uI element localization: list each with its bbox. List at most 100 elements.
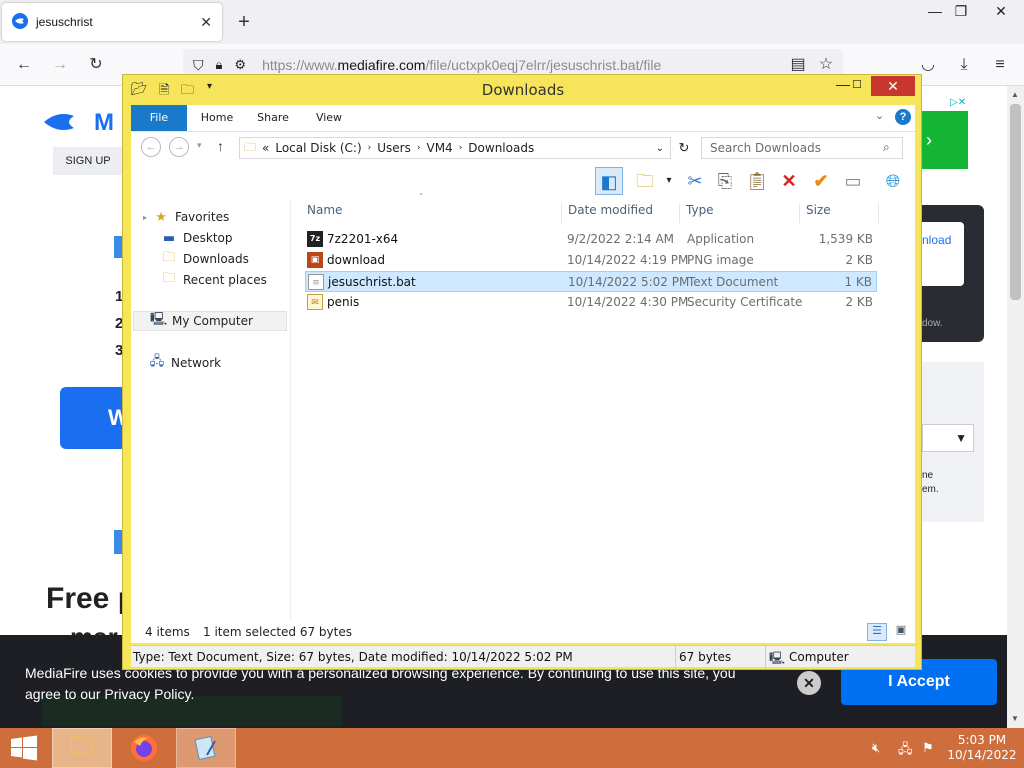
column-header-name[interactable]: Name bbox=[307, 203, 342, 223]
url-text[interactable]: https://www.mediafire.com/file/uctxpk0eq… bbox=[262, 57, 661, 73]
ribbon: File Home Share View ⌄ ? bbox=[131, 105, 915, 131]
file-row[interactable]: ▣ download 10/14/2022 4:19 PM PNG image … bbox=[305, 250, 877, 271]
forward-icon[interactable]: → bbox=[48, 53, 72, 77]
item-count: 4 items bbox=[145, 625, 190, 639]
details-text: Type: Text Document, Size: 67 bytes, Dat… bbox=[133, 650, 573, 664]
desktop-icon: ▬ bbox=[162, 230, 176, 246]
breadcrumb-overflow[interactable]: « bbox=[262, 141, 269, 155]
address-bar[interactable]: 🗀︎ « Local Disk (C:) › Users › VM4 › Downlo… bbox=[239, 137, 671, 159]
volume-muted-icon[interactable]: 🔇︎ bbox=[872, 740, 880, 756]
address-dropdown-icon[interactable]: ⌄ bbox=[656, 143, 664, 154]
network-tray-icon[interactable]: 🖧︎ bbox=[898, 740, 913, 762]
explorer-body: ▸ ★ Favorites ▬ Desktop 🗀︎ Downloads 🗀︎ Recen… bbox=[131, 193, 915, 621]
breadcrumb-users[interactable]: Users bbox=[377, 141, 411, 155]
maximize-icon[interactable]: ☐ bbox=[843, 75, 871, 95]
rename-icon[interactable]: ▭ bbox=[839, 167, 867, 195]
certificate-icon: ✉ bbox=[307, 294, 323, 310]
taskbar: 🗀︎ 🔇︎ 🖧︎ ⚑ bbox=[0, 728, 1024, 768]
panel-text: dow. bbox=[922, 318, 943, 329]
cut-icon[interactable]: ✂ bbox=[681, 167, 709, 195]
ad-banner[interactable]: › bbox=[922, 111, 968, 169]
file-row[interactable]: 7z 7z2201-x64 9/2/2022 2:14 AM Applicati… bbox=[305, 229, 877, 250]
sort-indicator-icon: ˄ bbox=[419, 193, 424, 203]
explorer-titlebar[interactable]: 📂︎ 🗎︎ 🗀︎ ▾ Downloads — ☐ ✕ bbox=[123, 75, 923, 105]
menu-icon[interactable]: ≡ bbox=[988, 53, 1012, 77]
download-button[interactable]: W bbox=[60, 387, 129, 449]
back-icon[interactable]: ← bbox=[141, 137, 161, 157]
up-icon[interactable]: ↑ bbox=[217, 138, 224, 154]
tab-home[interactable]: Home bbox=[189, 105, 245, 131]
adchoices-icon[interactable]: ▷✕ bbox=[950, 97, 982, 111]
start-button[interactable] bbox=[0, 728, 48, 768]
tab-file[interactable]: File bbox=[131, 105, 187, 131]
nav-network[interactable]: 🖧︎ Network bbox=[149, 353, 221, 373]
paste-icon[interactable]: 📋︎ bbox=[743, 167, 771, 195]
options-dropdown-icon[interactable]: ▾ bbox=[655, 167, 683, 195]
panel-text: em. bbox=[922, 484, 939, 495]
breadcrumb-vm4[interactable]: VM4 bbox=[426, 141, 452, 155]
status-bar: 4 items 1 item selected 67 bytes ☰ ▣ bbox=[131, 621, 915, 643]
downloads-icon[interactable]: ⤓ bbox=[952, 53, 976, 77]
file-row-selected[interactable]: ≡ jesuschrist.bat 10/14/2022 5:02 PM Tex… bbox=[305, 271, 877, 292]
notepad-icon bbox=[194, 735, 216, 761]
folder-icon: 🗀︎ bbox=[244, 139, 257, 154]
file-list: ˄ Name Date modified Type Size 7z 7z2201… bbox=[299, 193, 915, 621]
close-icon[interactable]: ✕ bbox=[871, 76, 915, 96]
report-select[interactable]: ▼ bbox=[922, 424, 974, 452]
file-row[interactable]: ✉ penis 10/14/2022 4:30 PM Security Cert… bbox=[305, 292, 877, 313]
download-link[interactable]: nload bbox=[922, 222, 964, 286]
help-icon[interactable]: ? bbox=[895, 109, 911, 125]
ribbon-expand-icon[interactable]: ⌄ bbox=[875, 109, 884, 122]
taskbar-clock[interactable]: 5:03 PM 10/14/2022 bbox=[944, 733, 1020, 763]
large-icons-view-icon[interactable]: ▣ bbox=[891, 623, 911, 641]
scrollbar-thumb[interactable] bbox=[1010, 104, 1021, 300]
back-icon[interactable]: ← bbox=[12, 53, 36, 77]
column-header-type[interactable]: Type bbox=[679, 203, 714, 223]
downloads-folder-icon: 🗀︎ bbox=[162, 250, 176, 265]
nav-desktop[interactable]: ▬ Desktop bbox=[161, 228, 233, 248]
refresh-icon[interactable]: ↻ bbox=[673, 138, 695, 160]
details-view-icon[interactable]: ☰ bbox=[867, 623, 887, 641]
taskbar-notepad[interactable] bbox=[176, 728, 236, 768]
search-icon[interactable]: ⌕ bbox=[883, 140, 890, 155]
taskbar-firefox[interactable] bbox=[114, 728, 174, 768]
close-tab-icon[interactable]: ✕ bbox=[200, 14, 212, 31]
svg-text:M: M bbox=[94, 109, 114, 136]
breadcrumb-downloads[interactable]: Downloads bbox=[468, 141, 534, 155]
preview-pane-icon[interactable]: ◧ bbox=[595, 167, 623, 195]
search-input[interactable]: Search Downloads bbox=[701, 137, 903, 159]
permissions-icon[interactable]: ⚙ bbox=[234, 57, 246, 73]
firefox-icon bbox=[131, 735, 157, 761]
page-scrollbar[interactable]: ▲ ▼ bbox=[1007, 86, 1024, 728]
network-icon: 🖧︎ bbox=[149, 354, 165, 369]
tab-view[interactable]: View bbox=[301, 105, 357, 131]
feature-icon bbox=[114, 236, 122, 258]
address-row: ← → ▾ ↑ 🗀︎ « Local Disk (C:) › Users › VM4… bbox=[131, 131, 915, 163]
tab-share[interactable]: Share bbox=[245, 105, 301, 131]
mediafire-logo[interactable]: M bbox=[44, 108, 122, 136]
globe-icon[interactable]: 🌐︎ bbox=[879, 167, 907, 195]
copy-icon[interactable]: ⎘ bbox=[711, 167, 739, 195]
cookie-close-icon[interactable]: ✕ bbox=[797, 671, 821, 695]
delete-icon[interactable]: ✕ bbox=[775, 167, 803, 195]
taskbar-file-explorer[interactable]: 🗀︎ bbox=[52, 728, 112, 768]
action-center-icon[interactable]: ⚑ bbox=[922, 740, 934, 756]
close-browser-button[interactable]: ✕ bbox=[978, 0, 1024, 22]
checkmark-icon[interactable]: ✔ bbox=[807, 167, 835, 195]
lock-icon[interactable]: 🔒︎ bbox=[216, 57, 223, 73]
selection-info: 1 item selected 67 bytes bbox=[203, 625, 352, 639]
breadcrumb-local-disk[interactable]: Local Disk (C:) bbox=[275, 141, 361, 155]
nav-favorites[interactable]: ▸ ★ Favorites bbox=[143, 207, 229, 227]
browser-tab[interactable]: jesuschrist ✕ bbox=[2, 3, 222, 41]
forward-icon[interactable]: → bbox=[169, 137, 189, 157]
sign-up-button[interactable]: SIGN UP bbox=[53, 147, 123, 175]
nav-recent-places[interactable]: 🗀︎ Recent places bbox=[161, 270, 266, 290]
nav-downloads[interactable]: 🗀︎ Downloads bbox=[161, 249, 248, 269]
new-tab-button[interactable]: + bbox=[232, 10, 256, 34]
recent-locations-icon[interactable]: ▾ bbox=[197, 140, 202, 151]
column-header-date[interactable]: Date modified bbox=[561, 203, 653, 223]
nav-my-computer[interactable]: 🖳︎ My Computer bbox=[133, 311, 287, 331]
reload-icon[interactable]: ↻ bbox=[84, 53, 108, 77]
column-header-size[interactable]: Size bbox=[799, 203, 879, 223]
shield-icon[interactable]: ⛉ bbox=[193, 57, 204, 74]
